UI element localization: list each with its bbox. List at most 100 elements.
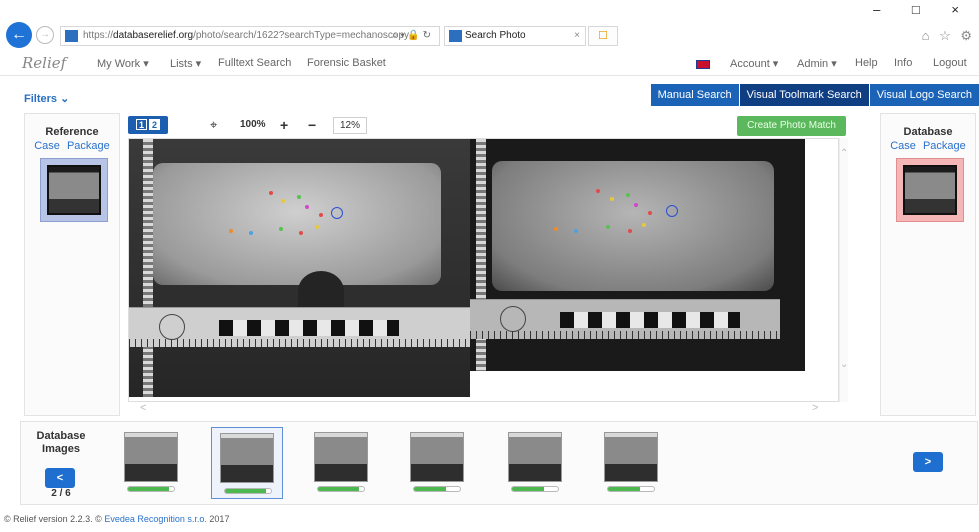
address-bar[interactable]: https://databaserelief.org/photo/search/… [60,26,440,46]
match-score-fill [512,487,545,491]
scale-crosshair [500,306,526,332]
marker-dot [299,231,303,235]
database-panel: Database Case Package [880,113,976,416]
marker-dot [305,205,309,209]
layout-toggle[interactable]: 12 [128,116,168,134]
match-score-bar [511,486,559,492]
tab-close-icon[interactable]: × [574,27,580,45]
database-image [903,165,957,215]
footer-company-link[interactable]: Evedea Recognition s.r.o. [104,514,207,524]
reference-image [47,165,101,215]
tab-manual-search[interactable]: Manual Search [649,84,739,106]
forward-arrow-icon[interactable]: → [36,26,54,44]
tab-title: Search Photo [465,30,526,41]
match-score-fill [608,487,641,491]
marker-dot [642,223,646,227]
reference-scan-image[interactable] [129,139,470,397]
database-image-thumb[interactable] [311,430,371,496]
marker-dot [279,227,283,231]
match-target-marker[interactable] [331,207,343,219]
comparison-canvas[interactable] [128,138,839,402]
search-mode-tabs: Manual Search Visual Toolmark Search Vis… [649,84,979,106]
zoom-in-icon[interactable]: + [280,117,288,134]
thumb-image [508,432,562,482]
zoom-100-button[interactable]: 100% [240,117,266,134]
window-controls-icon[interactable]: – □ × [873,2,973,17]
page-counter: 2 / 6 [51,488,71,499]
marker-dot [281,199,285,203]
relief-logo[interactable]: Relief [22,54,66,72]
marker-dot [606,225,610,229]
database-image-thumb[interactable] [601,430,661,496]
reference-package-link[interactable]: Package [67,140,110,152]
new-tab-icon[interactable]: ☐ [588,26,618,46]
match-target-marker[interactable] [666,205,678,217]
marker-dot [249,231,253,235]
fit-screen-icon[interactable]: ⌖ [210,117,217,134]
match-score-bar [127,486,175,492]
single-layout-icon[interactable]: 1 [136,119,147,130]
horizontal-scrollbar[interactable]: < > [128,402,839,415]
toolmark-specimen [153,163,441,311]
database-image-thumb[interactable] [407,430,467,496]
scale-checkerboard [560,312,740,328]
language-flag-icon[interactable] [696,60,710,69]
database-image-thumb[interactable] [505,430,565,496]
url-path: /photo/search/1622?searchType=mechanosco… [193,30,410,41]
address-bar-tools-icon[interactable]: ⌕ ▾ 🔒 ↻ [392,27,431,45]
zoom-level-field[interactable]: 12% [333,117,368,134]
match-score-fill [318,487,360,491]
nav-info[interactable]: Info [894,57,912,69]
database-image-thumb[interactable] [121,430,181,496]
nav-fulltext-search[interactable]: Fulltext Search [218,57,291,69]
marker-dot [648,211,652,215]
nav-admin[interactable]: Admin ▾ [797,57,837,70]
database-thumbnail[interactable] [896,158,964,222]
thumb-image [410,432,464,482]
toolmark-specimen [492,161,774,291]
forensic-scale-bar [470,299,780,339]
tab-visual-logo-search[interactable]: Visual Logo Search [868,84,979,106]
prev-page-button[interactable]: < [45,468,75,488]
zoom-out-icon[interactable]: − [308,117,316,134]
scroll-down-icon[interactable]: ⌄ [840,359,848,370]
database-links: Case Package [881,140,975,152]
database-scan-image[interactable] [470,139,805,371]
marker-dot [269,191,273,195]
scale-ticks [129,339,470,347]
split-layout-icon[interactable]: 2 [149,119,160,130]
scroll-up-icon[interactable]: ⌃ [840,148,848,159]
database-package-link[interactable]: Package [923,140,966,152]
match-score-bar [413,486,461,492]
vertical-scrollbar[interactable]: ⌃ ⌄ [839,138,848,402]
next-page-button[interactable]: > [913,452,943,472]
footer-year: 2017 [209,514,230,524]
filters-toggle[interactable]: Filters ⌄ [24,92,69,105]
nav-account[interactable]: Account ▾ [730,57,778,70]
create-photo-match-button[interactable]: Create Photo Match [737,116,846,136]
browser-tab[interactable]: Search Photo × [444,26,586,46]
nav-my-work[interactable]: My Work ▾ [97,57,149,70]
url-host: databaserelief.org [113,30,194,41]
reference-case-link[interactable]: Case [34,140,60,152]
scroll-left-icon[interactable]: < [140,402,146,414]
database-image-thumb-selected[interactable] [211,427,283,499]
database-case-link[interactable]: Case [890,140,916,152]
tab-visual-toolmark-search[interactable]: Visual Toolmark Search [738,84,869,106]
nav-logout[interactable]: Logout [933,57,967,69]
reference-thumbnail[interactable] [40,158,108,222]
forensic-scale-bar [129,307,470,347]
viewer-toolbar: 12 ⌖ 100% + − 12% Create Photo Match [128,114,848,138]
site-favicon-icon [65,30,78,42]
marker-dot [229,229,233,233]
scroll-right-icon[interactable]: > [812,402,818,414]
scale-checkerboard [219,320,399,336]
nav-help[interactable]: Help [855,57,878,69]
browser-toolbar-icons[interactable]: ⌂ ☆ ⚙ [922,28,975,44]
nav-lists[interactable]: Lists ▾ [170,57,201,70]
match-score-fill [414,487,447,491]
back-arrow-icon[interactable]: ← [6,22,32,48]
marker-dot [319,213,323,217]
nav-forensic-basket[interactable]: Forensic Basket [307,57,386,69]
scale-crosshair [159,314,185,340]
